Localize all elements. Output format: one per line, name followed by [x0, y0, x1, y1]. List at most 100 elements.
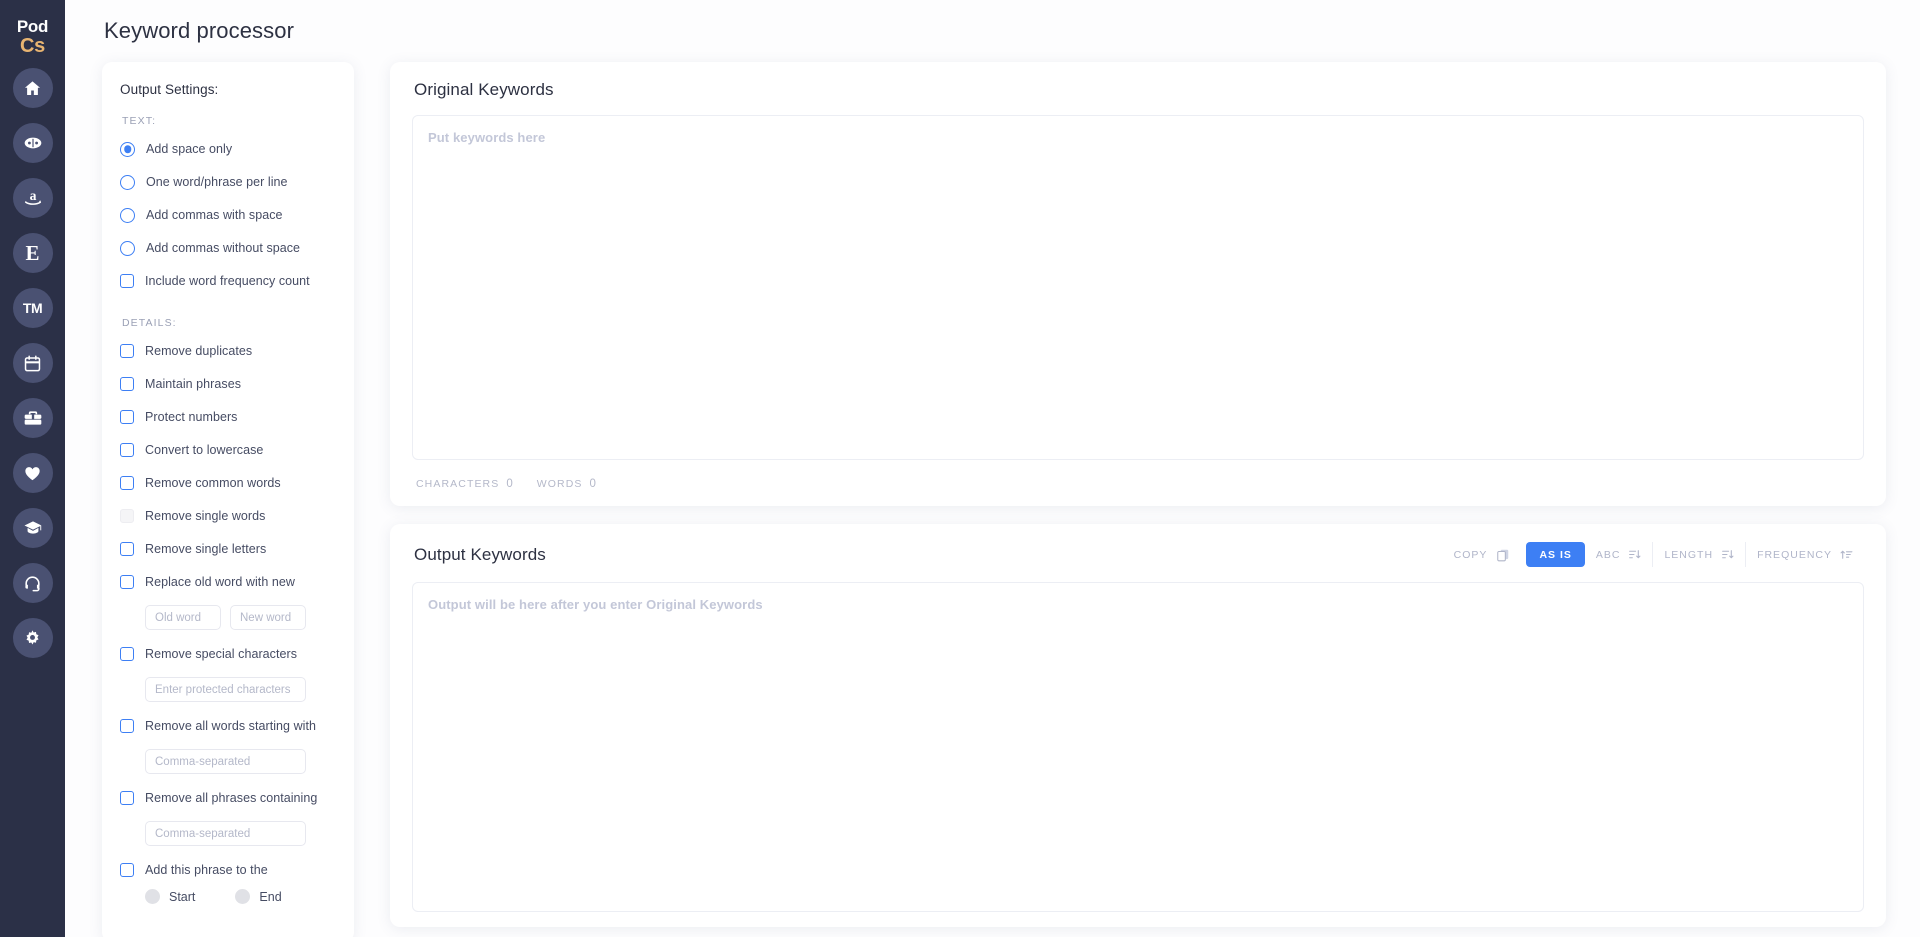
radio-indicator[interactable]: [120, 174, 135, 190]
keyword-panels: Original Keywords CHARACTERS 0 WORDS 0 O…: [390, 62, 1886, 927]
checkbox-indicator[interactable]: [120, 274, 134, 288]
checkbox-indicator[interactable]: [120, 719, 134, 733]
settings-heading: Output Settings:: [120, 82, 219, 97]
amazon-icon: a: [22, 188, 44, 208]
radio-start-label: Start: [169, 889, 196, 904]
protected-characters-input[interactable]: [145, 677, 306, 702]
add-phrase-position-group: Start End: [145, 889, 336, 904]
sidebar-item-settings[interactable]: [12, 618, 53, 658]
sort-frequency-label: FREQUENCY: [1757, 548, 1832, 561]
copy-button[interactable]: COPY: [1448, 543, 1527, 567]
checkbox-include-word-frequency[interactable]: Include word frequency count: [120, 271, 336, 291]
checkbox-indicator[interactable]: [120, 344, 134, 358]
new-word-input[interactable]: [230, 605, 306, 630]
checkbox-remove-special-characters[interactable]: Remove special characters: [120, 644, 336, 664]
trademark-icon: TM: [22, 300, 43, 316]
phrases-containing-field: [145, 821, 336, 846]
output-keywords-title: Output Keywords: [414, 544, 546, 564]
sort-abc-button[interactable]: ABC: [1584, 542, 1653, 567]
words-starting-field: [145, 749, 336, 774]
checkbox-replace-old-word[interactable]: Replace old word with new: [120, 572, 336, 592]
characters-label: CHARACTERS: [416, 478, 500, 490]
radio-one-word-per-line[interactable]: One word/phrase per line: [120, 172, 336, 192]
sidebar-item-book[interactable]: [12, 123, 53, 163]
copy-icon: [1496, 548, 1510, 562]
checkbox-remove-common-words[interactable]: Remove common words: [120, 473, 336, 493]
sidebar-item-etsy[interactable]: E: [12, 233, 53, 273]
sidebar: Pod Cs a E TM: [0, 0, 65, 937]
radio-commas-with-space[interactable]: Add commas with space: [120, 205, 336, 225]
book-icon: [23, 133, 43, 153]
details-group-label: DETAILS:: [122, 317, 177, 329]
checkbox-indicator[interactable]: [120, 410, 134, 424]
radio-end-indicator: [235, 889, 251, 904]
option-label: Remove single words: [145, 508, 266, 523]
option-label: Remove special characters: [145, 646, 298, 661]
option-label: Remove common words: [145, 475, 281, 490]
sidebar-item-trademark[interactable]: TM: [12, 288, 53, 328]
checkbox-indicator[interactable]: [120, 443, 134, 457]
checkbox-indicator[interactable]: [120, 542, 134, 556]
protected-characters-field: [145, 677, 336, 702]
checkbox-indicator[interactable]: [120, 791, 134, 805]
sort-button-group: AS IS ABC LENGTH FREQUENCY: [1526, 542, 1864, 567]
option-label: Include word frequency count: [145, 273, 310, 288]
replace-word-fields: [145, 605, 336, 630]
checkbox-indicator[interactable]: [120, 377, 134, 391]
option-label: Add space only: [146, 141, 233, 156]
sidebar-item-calendar[interactable]: [12, 343, 53, 383]
checkbox-remove-words-starting-with[interactable]: Remove all words starting with: [120, 716, 336, 736]
checkbox-protect-numbers[interactable]: Protect numbers: [120, 407, 336, 427]
radio-start-indicator: [145, 889, 160, 904]
original-keywords-textarea[interactable]: [412, 115, 1864, 460]
output-keywords-textarea[interactable]: [412, 582, 1864, 912]
old-word-input[interactable]: [145, 605, 221, 630]
checkbox-indicator[interactable]: [120, 863, 134, 877]
headset-icon: [23, 574, 42, 593]
radio-add-space-only[interactable]: Add space only: [120, 139, 336, 159]
option-label: Replace old word with new: [145, 574, 295, 589]
sidebar-item-support[interactable]: [12, 563, 53, 603]
checkbox-remove-phrases-containing[interactable]: Remove all phrases containing: [120, 788, 336, 808]
words-starting-with-input[interactable]: [145, 749, 306, 774]
radio-indicator[interactable]: [120, 240, 135, 256]
text-group-label: TEXT:: [122, 115, 157, 127]
sidebar-item-favorites[interactable]: [12, 453, 53, 493]
main-content: Keyword processor Output Settings: TEXT:…: [65, 0, 1920, 937]
sort-length-button[interactable]: LENGTH: [1652, 542, 1746, 567]
app-logo[interactable]: Pod Cs: [0, 6, 65, 68]
radio-commas-without-space[interactable]: Add commas without space: [120, 238, 336, 258]
etsy-icon: E: [25, 240, 40, 265]
radio-indicator[interactable]: [120, 141, 135, 157]
checkbox-indicator[interactable]: [120, 575, 134, 589]
checkbox-remove-single-letters[interactable]: Remove single letters: [120, 539, 336, 559]
option-label: Add commas with space: [146, 207, 283, 222]
sidebar-item-academy[interactable]: [12, 508, 53, 548]
phrases-containing-input[interactable]: [145, 821, 306, 846]
checkbox-maintain-phrases[interactable]: Maintain phrases: [120, 374, 336, 394]
checkbox-indicator[interactable]: [120, 476, 134, 490]
option-label: Remove single letters: [145, 541, 267, 556]
original-keywords-header: Original Keywords: [412, 80, 1864, 100]
sort-desc-icon: [1628, 548, 1641, 561]
sort-as-is-button[interactable]: AS IS: [1526, 542, 1585, 567]
sidebar-item-home[interactable]: [12, 68, 53, 108]
sort-frequency-button[interactable]: FREQUENCY: [1745, 542, 1864, 567]
sort-desc-icon: [1721, 548, 1734, 561]
radio-indicator[interactable]: [120, 207, 135, 223]
sidebar-item-amazon[interactable]: a: [12, 178, 53, 218]
sidebar-item-toolbox[interactable]: [12, 398, 53, 438]
radio-end-label: End: [259, 889, 282, 904]
output-toolbar: COPY AS IS ABC LENGTH FREQUENCY: [1448, 542, 1864, 567]
checkbox-remove-duplicates[interactable]: Remove duplicates: [120, 341, 336, 361]
checkbox-add-phrase[interactable]: Add this phrase to the: [120, 860, 336, 880]
sort-asc-icon: [1840, 548, 1853, 561]
checkbox-convert-to-lowercase[interactable]: Convert to lowercase: [120, 440, 336, 460]
page-title: Keyword processor: [104, 18, 294, 43]
option-label: One word/phrase per line: [146, 174, 288, 189]
checkbox-indicator[interactable]: [120, 647, 134, 661]
calendar-icon: [23, 354, 42, 373]
toolbox-icon: [23, 408, 43, 428]
logo-line-2: Cs: [20, 35, 45, 57]
option-label: Maintain phrases: [145, 376, 241, 391]
